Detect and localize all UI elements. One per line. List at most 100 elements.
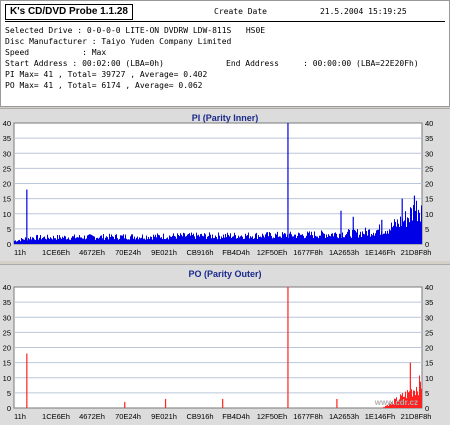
pi-bar: [196, 233, 197, 244]
pi-bar: [238, 236, 239, 244]
pi-bar: [78, 237, 79, 244]
pi-bar: [254, 238, 255, 244]
pi-bar: [42, 238, 43, 244]
pi-bar: [168, 239, 169, 244]
pi-bar: [294, 235, 295, 244]
pi-bar: [403, 222, 404, 244]
pi-bar: [268, 236, 269, 244]
pi-bar: [376, 230, 377, 244]
pi-x-tick: 1A2653h: [329, 248, 359, 257]
pi-bar: [73, 236, 74, 244]
pi-bar: [327, 237, 328, 244]
pi-bar: [306, 236, 307, 244]
pi-bar: [416, 201, 417, 244]
pi-bar: [369, 229, 370, 244]
pi-bar: [95, 240, 96, 244]
pi-bar: [30, 237, 31, 244]
pi-bar: [195, 239, 196, 244]
pi-bar: [53, 236, 54, 244]
pi-bar: [159, 235, 160, 244]
pi-bar: [373, 233, 374, 244]
pi-bar: [144, 239, 145, 244]
po-y-tick-right: 15: [425, 359, 433, 368]
pi-bar: [344, 237, 345, 244]
pi-bar: [404, 220, 405, 244]
pi-bar: [57, 235, 58, 244]
pi-bar: [68, 238, 69, 244]
pi-bar: [70, 240, 71, 244]
po-x-tick: 1A2653h: [329, 412, 359, 421]
po-x-tick: 4672Eh: [79, 412, 105, 421]
pi-bar: [134, 237, 135, 244]
info-header: K's CD/DVD Probe 1.1.28 Create Date 21.5…: [0, 0, 450, 107]
pi-bar: [32, 237, 33, 244]
pi-bar: [218, 232, 219, 244]
pi-bar: [66, 239, 67, 244]
pi-bar: [302, 234, 303, 244]
pi-bar: [329, 236, 330, 244]
pi-y-tick-left: 40: [3, 119, 11, 128]
pi-bar: [262, 234, 263, 244]
pi-bar: [114, 239, 115, 244]
pi-bar: [76, 238, 77, 244]
pi-bar: [40, 235, 41, 244]
pi-bar: [137, 237, 138, 244]
pi-bar: [264, 237, 265, 244]
pi-bar: [181, 235, 182, 244]
pi-bar: [410, 207, 411, 244]
pi-bar: [237, 238, 238, 244]
pi-bar: [383, 234, 384, 244]
pi-bar: [61, 239, 62, 244]
divider: [5, 21, 445, 22]
pi-bar: [342, 232, 343, 244]
pi-bar: [389, 229, 390, 244]
pi-bar: [146, 236, 147, 244]
pi-bar: [355, 231, 356, 244]
pi-bar: [161, 237, 162, 244]
pi-bar: [36, 235, 37, 244]
pi-bar: [251, 238, 252, 244]
po-y-tick-left: 20: [3, 344, 11, 353]
pi-bar: [74, 235, 75, 244]
pi-spike: [381, 220, 382, 244]
pi-x-tick: 1CE6Eh: [42, 248, 70, 257]
pi-bar: [290, 232, 291, 244]
pi-bar: [199, 237, 200, 244]
pi-bar: [82, 238, 83, 244]
pi-bar: [77, 237, 78, 244]
pi-bar: [285, 234, 286, 244]
pi-bar: [72, 236, 73, 244]
pi-y-tick-left: 25: [3, 164, 11, 173]
pi-bar: [260, 237, 261, 244]
pi-bar: [125, 235, 126, 244]
pi-bar: [224, 238, 225, 244]
pi-bar: [50, 237, 51, 244]
pi-bar: [120, 235, 121, 244]
pi-bar: [188, 234, 189, 244]
pi-bar: [393, 226, 394, 244]
pi-bar: [140, 238, 141, 244]
pi-bar: [160, 238, 161, 244]
pi-bar: [154, 237, 155, 244]
pi-bar: [84, 236, 85, 244]
pi-bar: [69, 240, 70, 244]
po-summary: PO Max= 41 , Total= 6174 , Average= 0.06…: [5, 80, 202, 91]
pi-bar: [211, 238, 212, 244]
pi-bar: [280, 237, 281, 244]
pi-bar: [361, 237, 362, 244]
pi-y-tick-right: 40: [425, 119, 433, 128]
pi-bar: [267, 232, 268, 244]
pi-bar: [222, 238, 223, 244]
pi-bar: [67, 239, 68, 244]
pi-bar: [216, 237, 217, 244]
pi-bar: [303, 236, 304, 244]
pi-bar: [202, 236, 203, 244]
pi-bar: [183, 233, 184, 244]
pi-y-tick-left: 20: [3, 180, 11, 189]
pi-bar: [219, 236, 220, 244]
pi-bar: [313, 238, 314, 244]
pi-bar: [51, 238, 52, 244]
pi-bar: [335, 232, 336, 244]
pi-bar: [370, 237, 371, 244]
pi-bar: [358, 238, 359, 244]
